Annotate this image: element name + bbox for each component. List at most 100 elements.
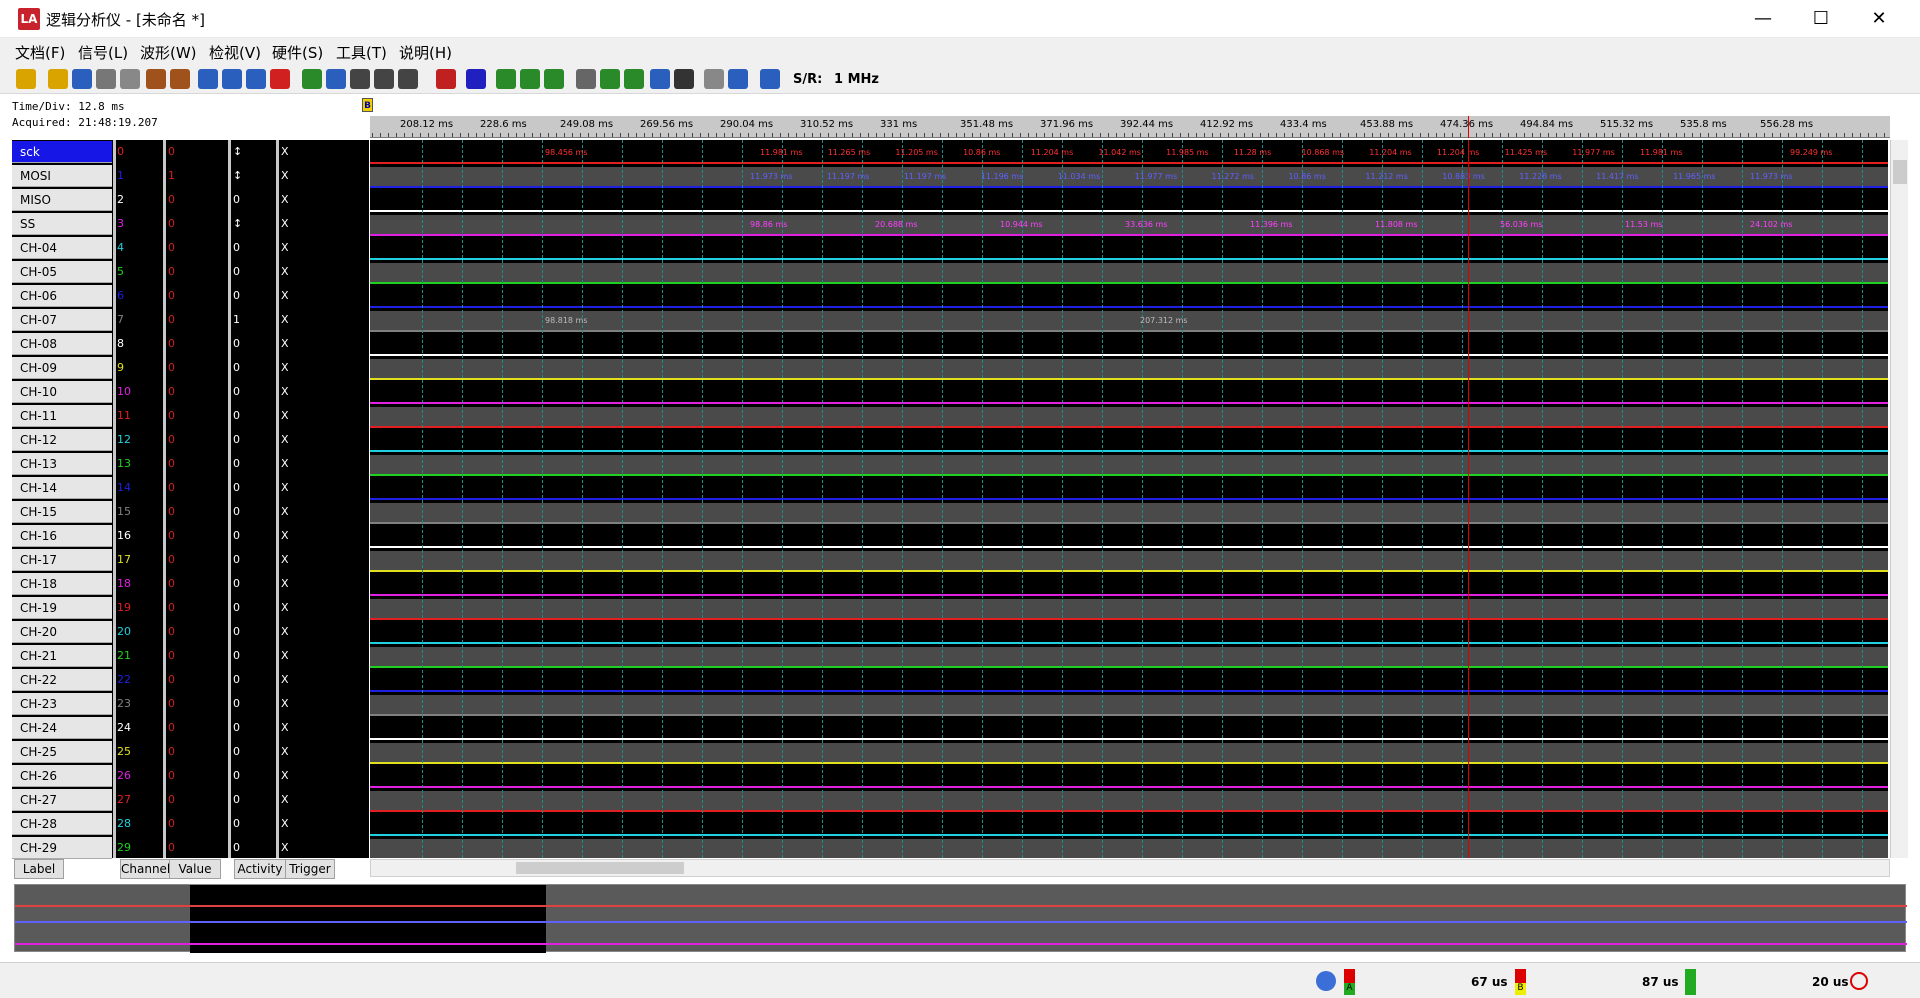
- menu-view[interactable]: 检视(V): [209, 42, 261, 63]
- channel-label[interactable]: CH-17: [12, 549, 112, 571]
- channel-trigger[interactable]: X: [281, 213, 289, 235]
- column-trigger[interactable]: Trigger: [285, 859, 335, 879]
- channel-row[interactable]: CH-04 4 0 0 X: [0, 237, 369, 261]
- channel-trigger[interactable]: X: [281, 309, 289, 331]
- channel-row[interactable]: CH-09 9 0 0 X: [0, 357, 369, 381]
- copy-icon[interactable]: [120, 69, 140, 89]
- channel-label[interactable]: MISO: [12, 189, 112, 211]
- menu-signal[interactable]: 信号(L): [78, 42, 128, 63]
- marker-b-flag[interactable]: B: [362, 98, 373, 112]
- channel-row[interactable]: CH-18 18 0 0 X: [0, 573, 369, 597]
- wand-icon[interactable]: [16, 69, 36, 89]
- channel-trigger[interactable]: X: [281, 693, 289, 715]
- column-value[interactable]: Value: [169, 859, 221, 879]
- channel-label[interactable]: CH-10: [12, 381, 112, 403]
- channel-row[interactable]: MOSI 1 1 ↕ X: [0, 165, 369, 189]
- channel-trigger[interactable]: X: [281, 645, 289, 667]
- maximize-button[interactable]: ☐: [1792, 0, 1850, 38]
- zoom-out-icon[interactable]: [374, 69, 394, 89]
- channel-row[interactable]: CH-22 22 0 0 X: [0, 669, 369, 693]
- channel-trigger[interactable]: X: [281, 669, 289, 691]
- channel-label[interactable]: CH-08: [12, 333, 112, 355]
- print-icon[interactable]: [96, 69, 116, 89]
- channel-label[interactable]: CH-29: [12, 837, 112, 859]
- info-icon[interactable]: [728, 69, 748, 89]
- column-activity[interactable]: Activity: [234, 859, 286, 879]
- channel-label[interactable]: CH-11: [12, 405, 112, 427]
- horizontal-scrollbar[interactable]: [370, 859, 1890, 877]
- time-ruler[interactable]: 208.12 ms 228.6 ms 249.08 ms 269.56 ms 290.0…: [370, 116, 1890, 138]
- channel-label[interactable]: SS: [12, 213, 112, 235]
- cursor-icon[interactable]: [520, 69, 540, 89]
- channel-row[interactable]: CH-11 11 0 0 X: [0, 405, 369, 429]
- channel-label[interactable]: CH-05: [12, 261, 112, 283]
- settings-icon[interactable]: [576, 69, 596, 89]
- channel-trigger[interactable]: X: [281, 765, 289, 787]
- channel-row[interactable]: CH-08 8 0 0 X: [0, 333, 369, 357]
- channel-row[interactable]: CH-16 16 0 0 X: [0, 525, 369, 549]
- channel-label[interactable]: CH-19: [12, 597, 112, 619]
- minimize-button[interactable]: —: [1734, 0, 1792, 38]
- channel-label[interactable]: CH-22: [12, 669, 112, 691]
- channel-trigger[interactable]: X: [281, 717, 289, 739]
- channel-label[interactable]: CH-24: [12, 717, 112, 739]
- start-icon[interactable]: [198, 69, 218, 89]
- channel-label[interactable]: CH-06: [12, 285, 112, 307]
- channel-trigger[interactable]: X: [281, 549, 289, 571]
- column-label[interactable]: Label: [14, 859, 64, 879]
- grid-icon[interactable]: [544, 69, 564, 89]
- menu-waveform[interactable]: 波形(W): [140, 42, 197, 63]
- menu-hardware[interactable]: 硬件(S): [272, 42, 323, 63]
- channel-row[interactable]: CH-26 26 0 0 X: [0, 765, 369, 789]
- cursor-a-line[interactable]: [1468, 140, 1469, 858]
- channel-label[interactable]: CH-21: [12, 645, 112, 667]
- channel-trigger[interactable]: X: [281, 597, 289, 619]
- channel-row[interactable]: CH-27 27 0 0 X: [0, 789, 369, 813]
- channel-trigger[interactable]: X: [281, 813, 289, 835]
- channel-label[interactable]: CH-20: [12, 621, 112, 643]
- channel-trigger[interactable]: X: [281, 357, 289, 379]
- list-icon[interactable]: [674, 69, 694, 89]
- clock-icon[interactable]: [1850, 972, 1868, 990]
- channel-row[interactable]: CH-12 12 0 0 X: [0, 429, 369, 453]
- channel-row[interactable]: CH-23 23 0 0 X: [0, 693, 369, 717]
- channel-row[interactable]: MISO 2 0 0 X: [0, 189, 369, 213]
- channel-label[interactable]: CH-16: [12, 525, 112, 547]
- channel-trigger[interactable]: X: [281, 453, 289, 475]
- channel-row[interactable]: sck 0 0 ↕ X: [0, 141, 369, 165]
- zoom-in-icon[interactable]: [350, 69, 370, 89]
- channel-trigger[interactable]: X: [281, 429, 289, 451]
- channel-row[interactable]: CH-07 7 0 1 X: [0, 309, 369, 333]
- channel-trigger[interactable]: X: [281, 501, 289, 523]
- channel-trigger[interactable]: X: [281, 237, 289, 259]
- channel-trigger[interactable]: X: [281, 789, 289, 811]
- channel-trigger[interactable]: X: [281, 333, 289, 355]
- channel-trigger[interactable]: X: [281, 837, 289, 859]
- channel-trigger[interactable]: X: [281, 573, 289, 595]
- channel-label[interactable]: sck: [12, 141, 112, 163]
- save-icon[interactable]: [72, 69, 92, 89]
- refresh-icon[interactable]: [624, 69, 644, 89]
- channel-trigger[interactable]: X: [281, 285, 289, 307]
- channel-label[interactable]: CH-28: [12, 813, 112, 835]
- vertical-scrollbar[interactable]: [1890, 140, 1908, 858]
- channel-row[interactable]: CH-29 29 0 0 X: [0, 837, 369, 861]
- trigger-icon[interactable]: [436, 69, 456, 89]
- channel-label[interactable]: CH-14: [12, 477, 112, 499]
- channel-row[interactable]: CH-14 14 0 0 X: [0, 477, 369, 501]
- zoom-fit-icon[interactable]: [398, 69, 418, 89]
- wrench-icon[interactable]: [704, 69, 724, 89]
- cursor-line[interactable]: [1468, 116, 1469, 138]
- paste-icon[interactable]: [146, 69, 166, 89]
- compare-icon[interactable]: [600, 69, 620, 89]
- channel-label[interactable]: MOSI: [12, 165, 112, 187]
- channel-label[interactable]: CH-25: [12, 741, 112, 763]
- vertical-scrollbar-thumb[interactable]: [1893, 160, 1907, 184]
- column-channel[interactable]: Channel: [120, 859, 170, 879]
- export-icon[interactable]: [170, 69, 190, 89]
- channel-trigger[interactable]: X: [281, 261, 289, 283]
- filter-icon[interactable]: [466, 69, 486, 89]
- channel-row[interactable]: CH-28 28 0 0 X: [0, 813, 369, 837]
- cloud-up-icon[interactable]: [302, 69, 322, 89]
- channel-trigger[interactable]: X: [281, 621, 289, 643]
